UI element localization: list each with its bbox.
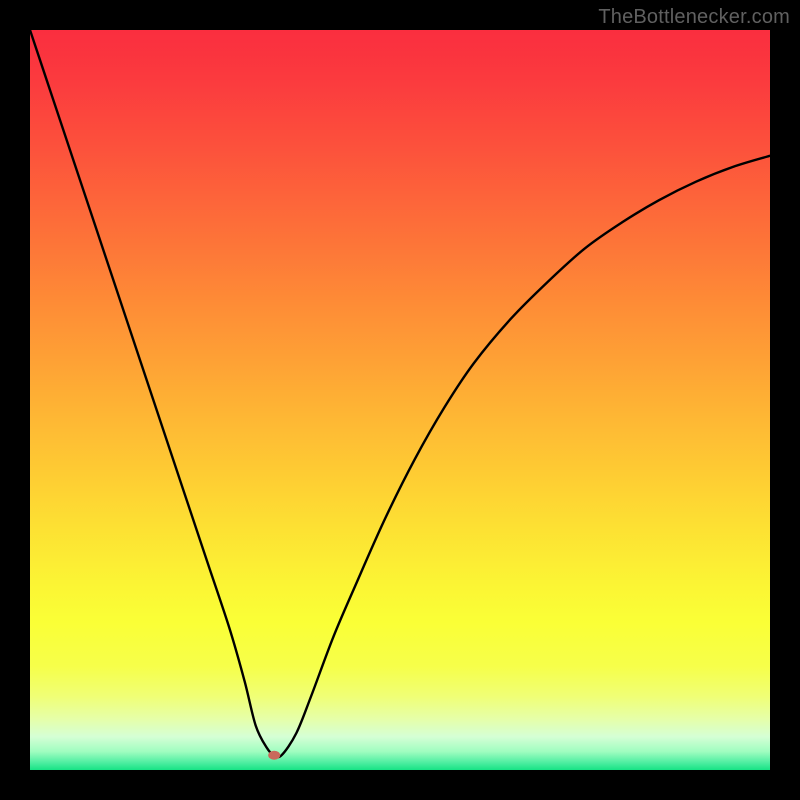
bottleneck-chart — [30, 30, 770, 770]
chart-frame: TheBottlenecker.com — [0, 0, 800, 800]
attribution-text: TheBottlenecker.com — [598, 6, 790, 29]
gradient-background — [30, 30, 770, 770]
plot-area — [30, 30, 770, 770]
minimum-marker — [268, 751, 280, 760]
